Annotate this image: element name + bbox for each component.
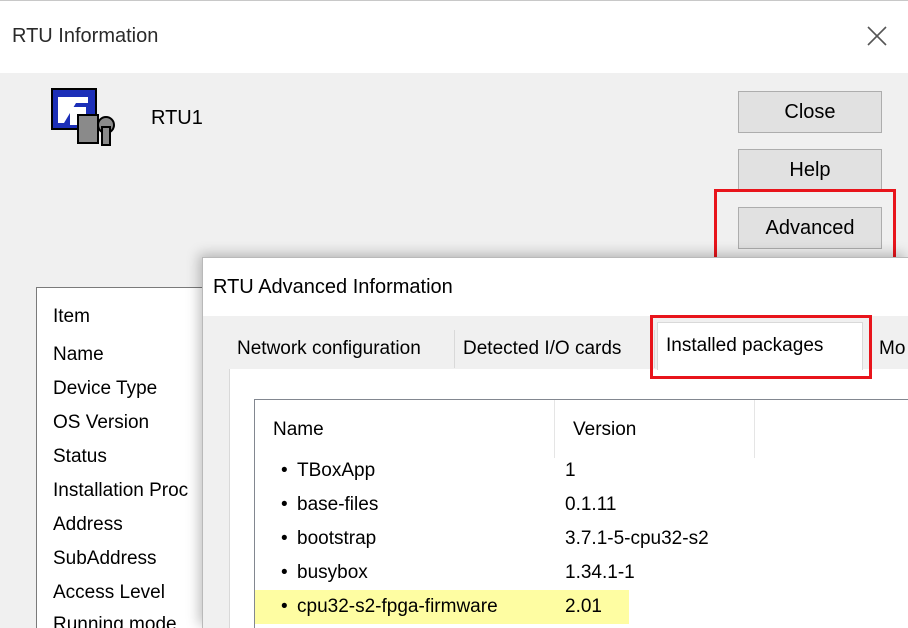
bullet-icon: • bbox=[281, 460, 288, 481]
table-row[interactable]: • TBoxApp 1 bbox=[255, 460, 908, 492]
close-icon[interactable] bbox=[862, 21, 892, 51]
tab-more[interactable]: Mo bbox=[871, 330, 908, 368]
rtu-app-icon bbox=[50, 87, 122, 149]
advanced-dialog-title: RTU Advanced Information bbox=[213, 276, 453, 298]
title-bar: RTU Information bbox=[0, 1, 908, 73]
window-title: RTU Information bbox=[12, 25, 159, 47]
advanced-highlight-box bbox=[714, 189, 896, 265]
device-name: RTU1 bbox=[151, 107, 203, 129]
list-item[interactable]: Address bbox=[53, 514, 123, 536]
list-item[interactable]: Status bbox=[53, 446, 107, 468]
close-button[interactable]: Close bbox=[738, 91, 882, 133]
installed-packages-highlight-box bbox=[650, 315, 872, 379]
package-name: bootstrap bbox=[297, 528, 377, 549]
package-version: 3.7.1-5-cpu32-s2 bbox=[565, 528, 709, 549]
list-item[interactable]: Access Level bbox=[53, 582, 165, 604]
column-header-version[interactable]: Version bbox=[555, 400, 755, 458]
list-item[interactable]: Name bbox=[53, 344, 104, 366]
list-item[interactable]: Running mode bbox=[53, 614, 177, 628]
advanced-title-bar: RTU Advanced Information bbox=[203, 258, 908, 316]
list-item[interactable]: Device Type bbox=[53, 378, 157, 400]
packages-list[interactable]: Name Version • TBoxApp 1 • base-files 0.… bbox=[254, 399, 908, 628]
bullet-icon: • bbox=[281, 528, 288, 549]
bullet-icon: • bbox=[281, 596, 288, 617]
list-item[interactable]: OS Version bbox=[53, 412, 149, 434]
package-name: cpu32-s2-fpga-firmware bbox=[297, 596, 498, 617]
list-item[interactable]: SubAddress bbox=[53, 548, 157, 570]
table-row[interactable]: • base-files 0.1.11 bbox=[255, 494, 908, 526]
list-item[interactable]: Installation Proc bbox=[53, 480, 188, 502]
tab-network-configuration[interactable]: Network configuration bbox=[229, 330, 455, 368]
bullet-icon: • bbox=[281, 562, 288, 583]
help-button[interactable]: Help bbox=[738, 149, 882, 191]
table-row-selected[interactable]: • cpu32-s2-fpga-firmware 2.01 bbox=[255, 590, 908, 628]
package-name: base-files bbox=[297, 494, 379, 515]
table-row[interactable]: • bootstrap 3.7.1-5-cpu32-s2 bbox=[255, 528, 908, 560]
rtu-information-window: RTU Information RTU1 Close Help Advanced… bbox=[0, 0, 908, 628]
item-list[interactable]: Item Name Device Type OS Version Status … bbox=[36, 287, 216, 628]
column-header-name[interactable]: Name bbox=[255, 400, 555, 458]
package-name: TBoxApp bbox=[297, 460, 376, 481]
package-version: 0.1.11 bbox=[565, 494, 617, 515]
package-version: 1 bbox=[565, 460, 576, 481]
bullet-icon: • bbox=[281, 494, 288, 515]
package-version: 2.01 bbox=[565, 596, 602, 617]
tab-detected-io-cards[interactable]: Detected I/O cards bbox=[455, 330, 655, 368]
package-name: busybox bbox=[297, 562, 368, 583]
package-version: 1.34.1-1 bbox=[565, 562, 635, 583]
item-list-header: Item bbox=[53, 306, 90, 327]
